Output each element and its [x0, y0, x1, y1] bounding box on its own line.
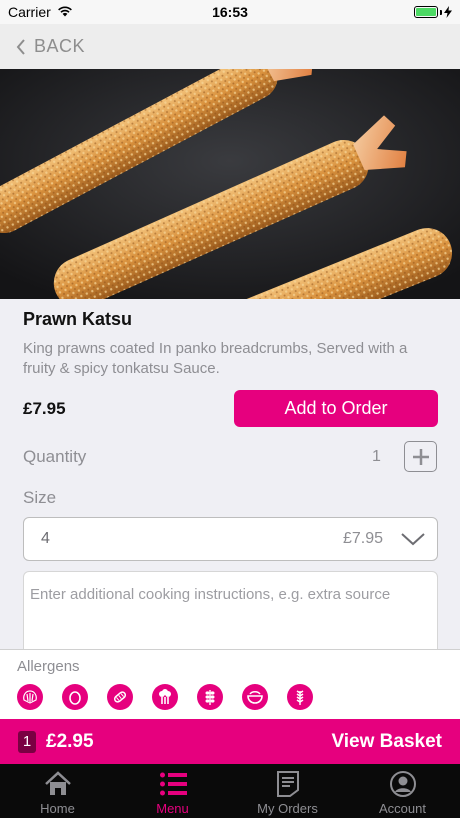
gluten-bread-icon — [107, 684, 133, 710]
add-to-order-button[interactable]: Add to Order — [234, 390, 438, 427]
tab-home-label: Home — [40, 801, 75, 816]
size-selected-price: £7.95 — [342, 530, 383, 547]
battery-icon — [414, 6, 452, 18]
view-basket-bar[interactable]: 1 £2.95 View Basket — [0, 719, 460, 764]
allergens-panel: Allergens — [0, 649, 460, 719]
wheat-icon — [287, 684, 313, 710]
celery-icon — [152, 684, 178, 710]
shellfish-icon — [17, 684, 43, 710]
item-price: £7.95 — [23, 399, 66, 418]
home-icon — [43, 770, 73, 798]
plus-icon — [412, 448, 429, 465]
tab-menu-label: Menu — [156, 801, 189, 816]
status-bar: Carrier 16:53 — [0, 0, 460, 24]
cereal-grain-icon — [197, 684, 223, 710]
basket-count-badge: 1 — [18, 730, 36, 753]
tab-menu[interactable]: Menu — [115, 764, 230, 818]
quantity-increase-button[interactable] — [404, 441, 437, 472]
quantity-value: 1 — [372, 448, 381, 465]
tab-my-orders-label: My Orders — [257, 801, 318, 816]
account-user-icon — [388, 770, 418, 798]
tab-account[interactable]: Account — [345, 764, 460, 818]
view-basket-button[interactable]: View Basket — [331, 731, 442, 753]
item-title: Prawn Katsu — [23, 309, 133, 329]
tab-home[interactable]: Home — [0, 764, 115, 818]
wifi-icon — [57, 4, 73, 20]
quantity-label: Quantity — [23, 447, 87, 466]
nav-bar: BACK — [0, 24, 460, 69]
item-description: King prawns coated In panko breadcrumbs,… — [23, 340, 408, 377]
back-button[interactable]: BACK — [16, 36, 85, 57]
menu-list-icon — [158, 770, 188, 798]
cooking-instructions-input[interactable] — [23, 571, 438, 661]
size-selected-value: 4 — [41, 530, 50, 547]
tab-bar: Home Menu My Orders Account — [0, 764, 460, 818]
status-left: Carrier — [8, 4, 73, 20]
egg-icon — [62, 684, 88, 710]
back-label: BACK — [34, 36, 86, 56]
carrier-label: Carrier — [8, 4, 51, 20]
tab-my-orders[interactable]: My Orders — [230, 764, 345, 818]
size-dropdown[interactable]: 4 £7.95 — [23, 517, 438, 561]
screen: Carrier 16:53 BACK Prawn Katsu King praw… — [0, 0, 460, 818]
tab-account-label: Account — [379, 801, 426, 816]
allergen-icon-list — [17, 684, 313, 710]
basket-total: £2.95 — [46, 730, 94, 752]
bowl-soup-icon — [242, 684, 268, 710]
dish-photo — [0, 69, 460, 299]
orders-document-icon — [273, 770, 303, 798]
chevron-down-icon — [401, 533, 425, 546]
charging-bolt-icon — [444, 6, 452, 18]
chevron-left-icon — [16, 38, 25, 55]
size-label: Size — [23, 488, 57, 507]
allergens-label: Allergens — [17, 658, 80, 675]
item-details: Prawn Katsu King prawns coated In panko … — [0, 299, 460, 661]
